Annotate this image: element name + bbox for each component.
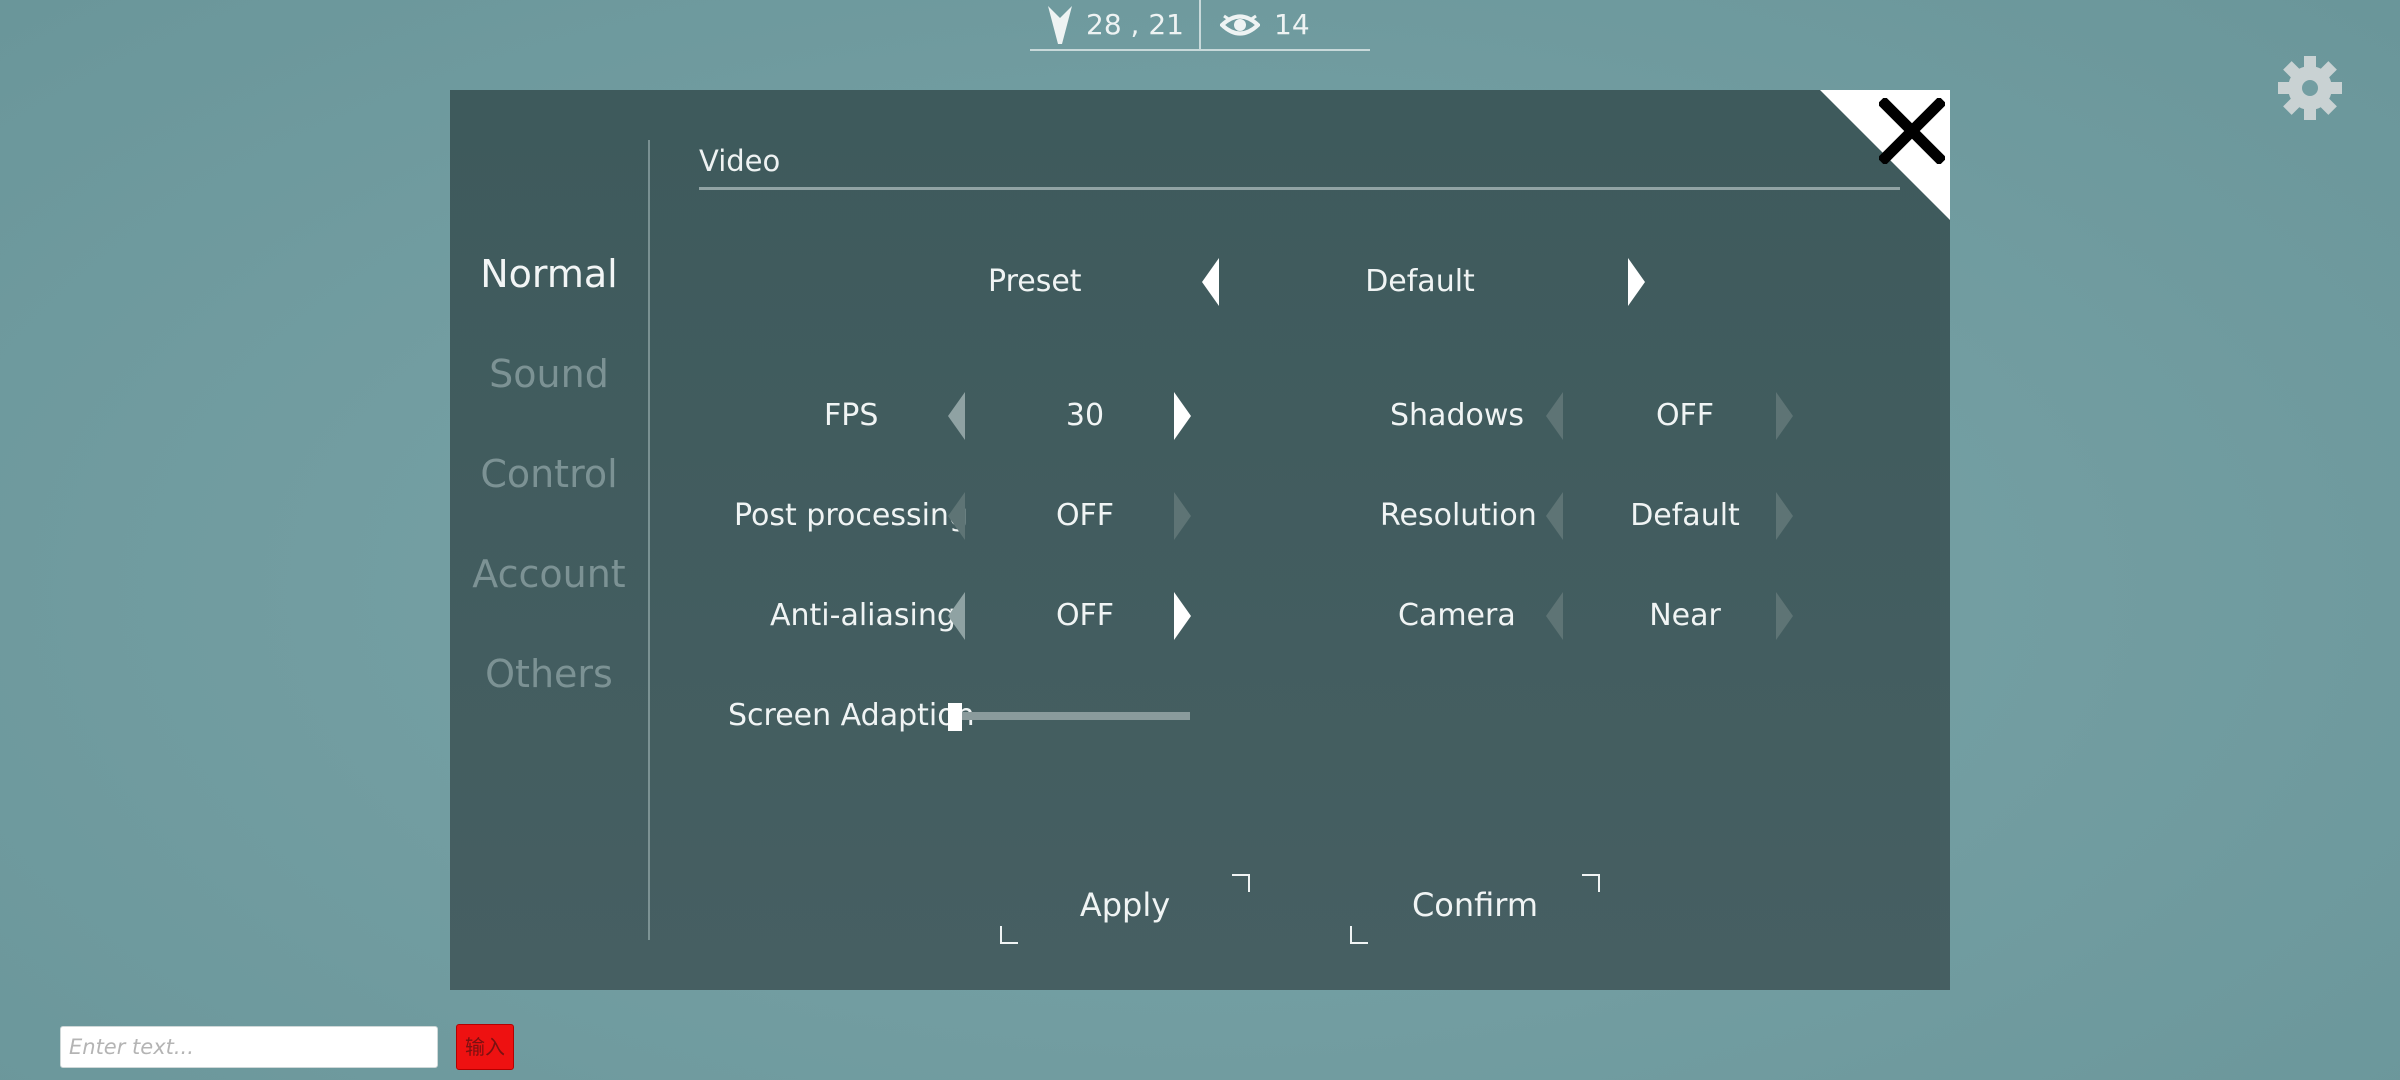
settings-panel: Normal Sound Control Account Others Vide…	[450, 90, 1950, 990]
chat-input[interactable]	[60, 1026, 438, 1068]
post-processing-next-button[interactable]	[1174, 492, 1191, 540]
anti-aliasing-prev-button[interactable]	[948, 592, 965, 640]
eye-icon	[1220, 14, 1260, 35]
apply-button[interactable]: Apply	[1000, 874, 1250, 944]
resolution-prev-button[interactable]	[1546, 492, 1563, 540]
send-button[interactable]: 输入	[456, 1024, 514, 1070]
tab-others[interactable]: Others	[450, 652, 648, 696]
resolution-label: Resolution	[1380, 498, 1537, 533]
resolution-value: Default	[1630, 498, 1740, 533]
tab-control[interactable]: Control	[450, 452, 648, 496]
fps-prev-button[interactable]	[948, 392, 965, 440]
screen-adaption-slider-thumb[interactable]	[948, 703, 962, 731]
confirm-button-label: Confirm	[1411, 886, 1539, 924]
status-hud: 28 , 21 14	[1030, 0, 1370, 51]
anti-aliasing-label: Anti-aliasing	[770, 598, 956, 633]
shadows-next-button[interactable]	[1776, 392, 1793, 440]
shadows-value: OFF	[1655, 398, 1715, 433]
anti-aliasing-next-button[interactable]	[1174, 592, 1191, 640]
apply-corner-top-right	[1232, 874, 1250, 892]
gear-icon[interactable]	[2274, 52, 2346, 124]
coordinates-readout: 28 , 21	[1048, 0, 1198, 49]
post-processing-label: Post processing	[734, 498, 968, 533]
tab-account[interactable]: Account	[450, 552, 648, 596]
preset-value: Default	[1365, 264, 1475, 299]
fps-next-button[interactable]	[1174, 392, 1191, 440]
apply-corner-bottom-left	[1000, 926, 1018, 944]
shadows-label: Shadows	[1390, 398, 1525, 433]
preset-label: Preset	[988, 264, 1082, 299]
apply-button-label: Apply	[1079, 886, 1171, 924]
post-processing-value: OFF	[1055, 498, 1115, 533]
fps-value: 30	[1065, 398, 1105, 433]
hud-underline	[1030, 49, 1370, 51]
direction-arrow-icon	[1048, 5, 1072, 44]
anti-aliasing-value: OFF	[1055, 598, 1115, 633]
camera-label: Camera	[1398, 598, 1516, 633]
camera-value: Near	[1649, 598, 1721, 633]
section-title: Video	[699, 144, 781, 178]
preset-prev-button[interactable]	[1202, 258, 1219, 306]
confirm-corner-bottom-left	[1350, 926, 1368, 944]
viewers-value: 14	[1274, 8, 1310, 41]
hud-divider	[1199, 0, 1201, 49]
section-underline	[699, 187, 1900, 190]
fps-label: FPS	[824, 398, 879, 433]
confirm-corner-top-right	[1582, 874, 1600, 892]
sidebar-divider	[648, 140, 650, 940]
preset-next-button[interactable]	[1628, 258, 1645, 306]
shadows-prev-button[interactable]	[1546, 392, 1563, 440]
close-icon[interactable]	[1877, 96, 1947, 166]
resolution-next-button[interactable]	[1776, 492, 1793, 540]
camera-next-button[interactable]	[1776, 592, 1793, 640]
screen-adaption-label: Screen Adaption	[728, 698, 975, 733]
post-processing-prev-button[interactable]	[948, 492, 965, 540]
screen-adaption-slider-track[interactable]	[952, 712, 1190, 720]
viewers-readout: 14	[1220, 0, 1370, 49]
tab-normal[interactable]: Normal	[450, 252, 648, 296]
confirm-button[interactable]: Confirm	[1350, 874, 1600, 944]
coordinates-value: 28 , 21	[1086, 8, 1184, 41]
tab-sound[interactable]: Sound	[450, 352, 648, 396]
camera-prev-button[interactable]	[1546, 592, 1563, 640]
